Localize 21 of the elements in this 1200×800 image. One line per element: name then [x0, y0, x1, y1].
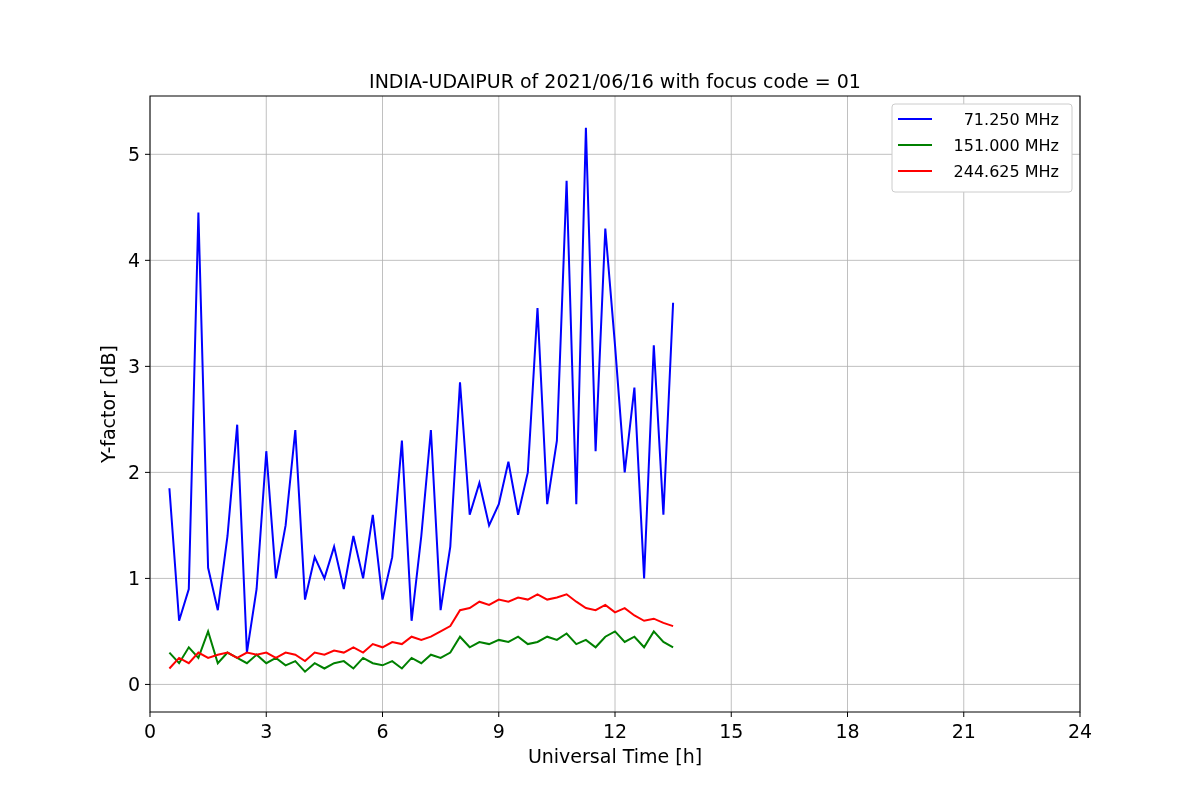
- x-tick-label: 6: [376, 720, 389, 742]
- y-tick-label: 3: [127, 355, 140, 378]
- x-tick-label: 15: [719, 720, 744, 742]
- y-tick-label: 0: [127, 673, 140, 696]
- y-tick-label: 2: [127, 461, 140, 484]
- legend-label: 244.625 MHz: [953, 162, 1059, 181]
- x-tick-label: 0: [143, 720, 157, 742]
- x-tick-label: 18: [835, 720, 860, 742]
- x-axis-label: Universal Time [h]: [527, 745, 703, 767]
- x-tick-label: 12: [602, 720, 628, 742]
- y-axis-label: Y-factor [dB]: [97, 345, 119, 463]
- chart-title: INDIA-UDAIPUR of 2021/06/16 with focus code = 01: [369, 70, 861, 92]
- legend-label: 151.000 MHz: [953, 136, 1059, 155]
- y-tick-label: 5: [127, 143, 140, 166]
- legend-label: 71.250 MHz: [963, 110, 1059, 129]
- x-tick-label: 24: [1067, 720, 1093, 742]
- x-tick-label: 9: [492, 720, 505, 742]
- y-tick-label: 1: [127, 567, 140, 590]
- y-tick-label: 4: [127, 249, 140, 272]
- x-tick-label: 3: [260, 720, 273, 742]
- x-tick-label: 21: [951, 720, 976, 742]
